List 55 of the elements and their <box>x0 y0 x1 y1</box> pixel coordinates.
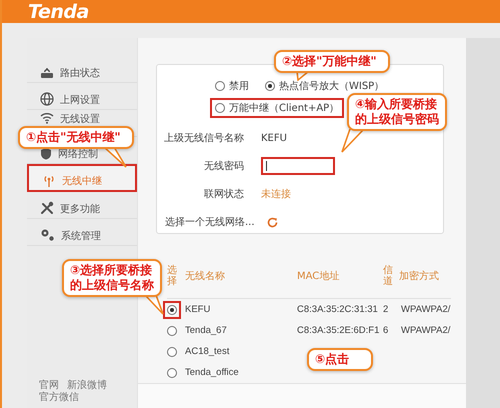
radio-button[interactable] <box>215 103 225 113</box>
mac-address: C8:3A:35:2C:31:31 <box>297 304 378 315</box>
logo: Tenda <box>28 0 89 22</box>
step-tooltip: ③选择所要桥接的上级信号名称 <box>62 259 162 297</box>
field-label: 无线密码 <box>203 160 244 173</box>
network-name: KEFU <box>185 304 210 315</box>
wifi-icon <box>40 112 54 124</box>
field-label: 联网状态 <box>203 188 244 201</box>
callout-pointer <box>296 71 310 81</box>
network-name: Tenda_office <box>185 367 239 378</box>
step-tooltip: ⑤点击 <box>307 348 373 371</box>
column-header: 选择 <box>167 265 177 287</box>
footer-link[interactable]: 新浪微博 <box>67 380 107 392</box>
callout-pointer <box>144 295 164 315</box>
column-header: 无线名称 <box>185 270 226 283</box>
sidebar-item[interactable]: 更多功能 <box>27 192 137 219</box>
radio-button[interactable] <box>167 326 177 336</box>
mac-address: C8:3A:35:2E:6D:F1 <box>297 325 380 336</box>
network-name: AC18_test <box>185 346 230 357</box>
globe-icon <box>40 92 54 106</box>
encryption-type: WPAWPA2/ <box>401 325 450 336</box>
refresh-icon[interactable] <box>266 216 278 228</box>
field-label: 上级无线信号名称 <box>163 132 244 145</box>
footer-link[interactable]: 官网 <box>39 380 59 392</box>
callout-pointer <box>103 147 127 168</box>
channel-number: 6 <box>383 325 388 336</box>
column-header: MAC地址 <box>297 270 340 283</box>
radio-label: 禁用 <box>229 80 249 93</box>
gear-icon <box>40 228 55 242</box>
radio-button[interactable] <box>167 368 177 378</box>
channel-number: 2 <box>383 304 388 315</box>
antenna-icon <box>42 174 56 187</box>
callout-pointer <box>341 129 365 153</box>
step-tooltip: ④输入所要桥接的上级信号密码 <box>347 93 447 131</box>
shield-icon <box>40 147 52 160</box>
sidebar-item[interactable]: 上网设置 <box>27 83 137 110</box>
column-header: 信道 <box>383 265 393 287</box>
sidebar-item[interactable]: 路由状态 <box>27 56 137 83</box>
radio-button[interactable] <box>167 346 177 356</box>
field-value: KEFU <box>261 132 287 144</box>
network-name: Tenda_67 <box>185 325 227 336</box>
sidebar-item[interactable]: 系统管理 <box>27 219 137 246</box>
footer-link[interactable]: 官方微信 <box>39 392 79 404</box>
radio-label: 万能中继（Client+AP） <box>229 102 340 115</box>
column-header: 加密方式 <box>399 270 439 283</box>
field-label: 选择一个无线网络... <box>165 216 255 229</box>
radio-button[interactable] <box>167 304 177 314</box>
password-field[interactable] <box>261 157 335 175</box>
tools-icon <box>40 201 54 215</box>
encryption-type: WPAWPA2/ <box>401 304 450 315</box>
status-value: 未连接 <box>261 188 291 201</box>
radio-button[interactable] <box>215 81 225 91</box>
router-icon <box>40 67 54 79</box>
radio-label: 热点信号放大（WISP） <box>279 80 384 93</box>
radio-button[interactable] <box>265 81 275 91</box>
